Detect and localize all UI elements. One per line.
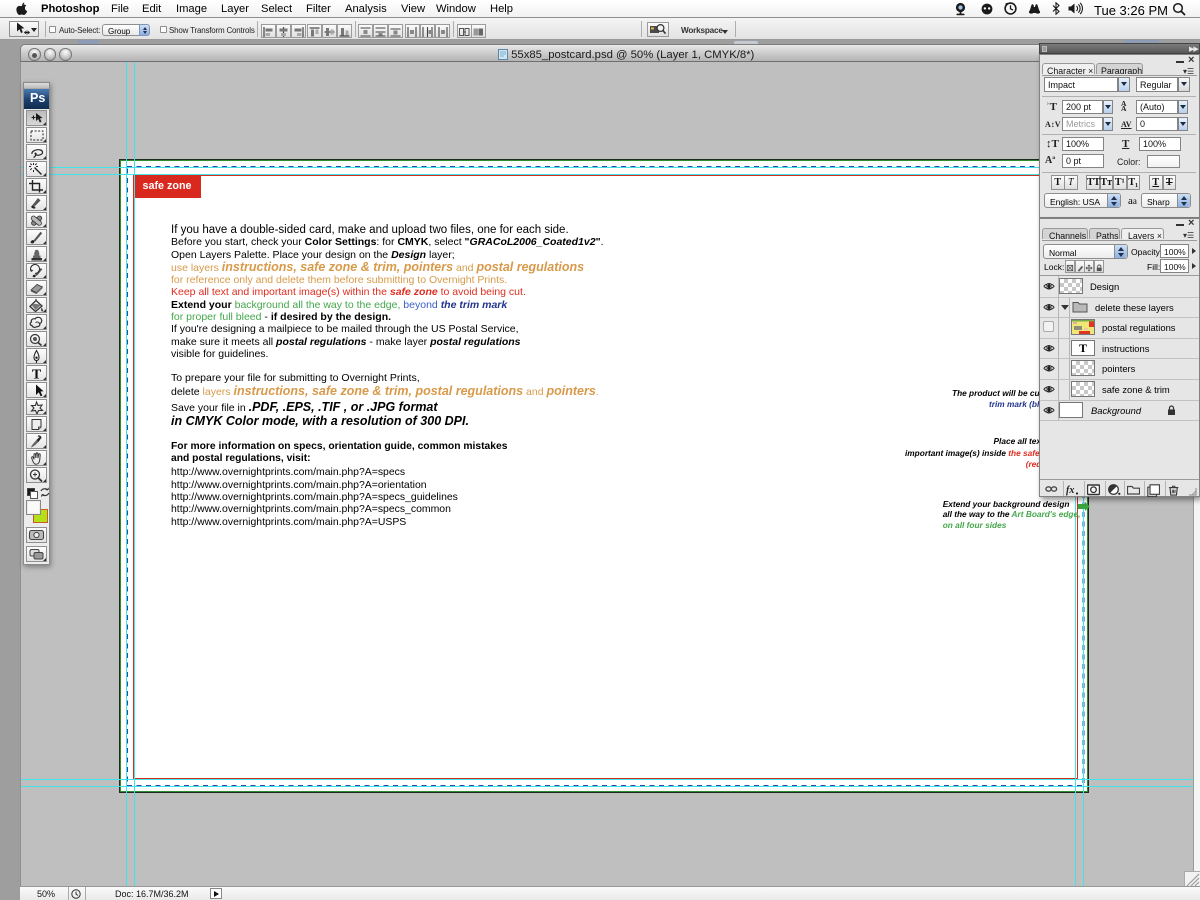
svg-text:fx: fx xyxy=(1066,485,1074,496)
svg-text:T: T xyxy=(32,368,42,382)
